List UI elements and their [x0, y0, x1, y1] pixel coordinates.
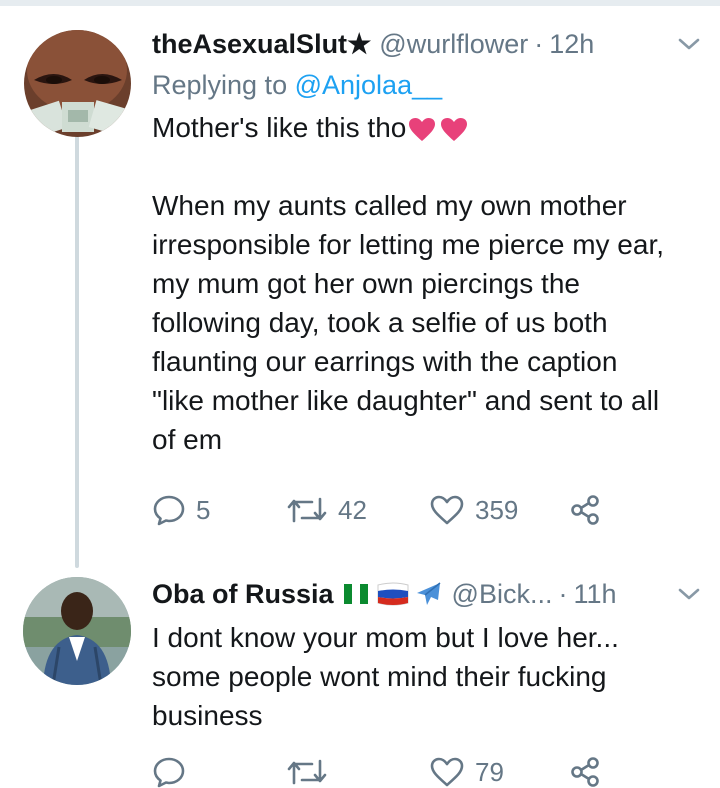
chevron-down-icon[interactable]: [676, 581, 702, 607]
retweet-count: 42: [338, 494, 367, 525]
heart-icon: [430, 757, 464, 787]
tweet[interactable]: theAsexualSlut ★ @wurlflower · 12h Replyi…: [152, 24, 702, 526]
like-count: 359: [475, 494, 519, 525]
tweet-actions: 5 42 359: [152, 494, 601, 526]
thread-connector-line: [75, 128, 79, 568]
tweet[interactable]: Oba of Russia @Bick... · 11h I dont know…: [152, 574, 702, 788]
username[interactable]: @Bick...: [452, 579, 553, 610]
tweet-header: theAsexualSlut ★ @wurlflower · 12h: [152, 24, 702, 64]
avatar[interactable]: [24, 30, 131, 137]
russia-flag-icon: [377, 582, 409, 606]
top-divider: [0, 0, 720, 6]
tweet-text-body: When my aunts called my own mother irres…: [152, 190, 664, 455]
like-button[interactable]: 79: [429, 756, 569, 788]
share-button[interactable]: [569, 494, 601, 526]
nigeria-flag-icon: [343, 584, 368, 604]
speech-bubble-icon: [153, 495, 185, 526]
timestamp[interactable]: 11h: [573, 579, 616, 610]
retweet-icon: [287, 497, 327, 523]
tweet-text: Mother's like this tho When my aunts cal…: [152, 108, 702, 459]
heart-icon: [430, 495, 464, 525]
replying-to: Replying to @Anjolaa__: [152, 66, 702, 104]
like-button[interactable]: 359: [429, 494, 569, 526]
like-count: 79: [475, 756, 504, 787]
tweet-text-line1: Mother's like this tho: [152, 112, 407, 143]
share-icon: [571, 495, 599, 525]
replying-to-user-link[interactable]: @Anjolaa__: [295, 70, 443, 100]
retweet-button[interactable]: 42: [286, 495, 429, 526]
share-button[interactable]: [569, 756, 601, 788]
separator-dot: ·: [558, 578, 568, 609]
timestamp[interactable]: 12h: [549, 29, 594, 60]
name-emojis: [342, 580, 444, 608]
reply-button[interactable]: [152, 756, 286, 788]
separator-dot: ·: [534, 28, 544, 59]
name-suffix-star: ★: [347, 28, 372, 59]
speech-bubble-icon: [153, 757, 185, 788]
chevron-down-icon[interactable]: [676, 31, 702, 57]
reply-count: 5: [196, 494, 211, 525]
display-name[interactable]: Oba of Russia: [152, 579, 334, 610]
retweet-button[interactable]: [286, 757, 429, 787]
reply-button[interactable]: 5: [152, 494, 286, 526]
airplane-icon: [416, 582, 441, 605]
avatar[interactable]: [23, 577, 131, 685]
tweet-text: I dont know your mom but I love her... s…: [152, 622, 619, 731]
heart-emoji-icon: [441, 117, 468, 141]
heart-emoji-icons: [408, 117, 468, 143]
share-icon: [571, 757, 599, 787]
username[interactable]: @wurlflower: [379, 29, 528, 60]
heart-emoji-icon: [409, 117, 436, 141]
tweet-actions: 79: [152, 756, 601, 788]
tweet-header: Oba of Russia @Bick... · 11h: [152, 574, 702, 614]
display-name[interactable]: theAsexualSlut: [152, 29, 347, 60]
retweet-icon: [287, 759, 327, 785]
replying-to-label: Replying to: [152, 70, 288, 100]
